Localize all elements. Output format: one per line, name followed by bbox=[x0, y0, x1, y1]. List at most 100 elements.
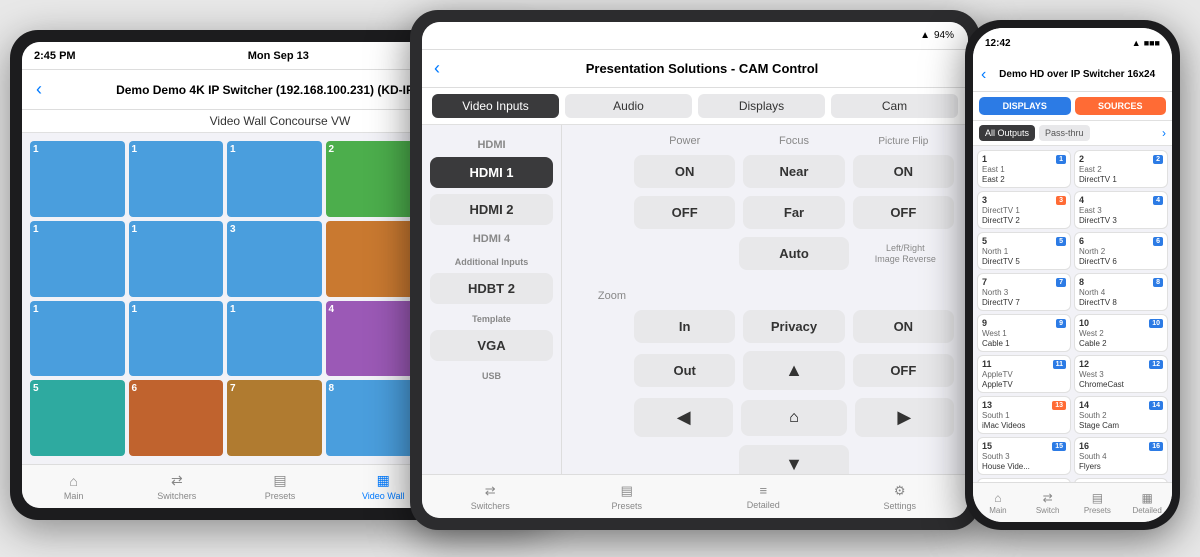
vg-cell-2[interactable]: 1 bbox=[129, 141, 224, 217]
pr-cell-14[interactable]: 14 14 South 2 Stage Cam bbox=[1074, 396, 1168, 434]
presets-icon: ▤ bbox=[273, 472, 286, 489]
pr-cell-5[interactable]: 5 5 North 1 DirectTV 5 bbox=[977, 232, 1071, 270]
pr-tab-displays[interactable]: DISPLAYS bbox=[979, 97, 1071, 115]
pr-back-button[interactable]: ‹ bbox=[981, 66, 986, 84]
ctrl-right-arrow[interactable]: ▶ bbox=[855, 398, 954, 437]
tc-additional-label: Additional Inputs bbox=[430, 257, 553, 267]
pr-sub-arrow[interactable]: › bbox=[1162, 126, 1166, 140]
tc-template-label: Template bbox=[430, 314, 553, 324]
vg-cell-1[interactable]: 1 bbox=[30, 141, 125, 217]
pr-cell-16[interactable]: 16 16 South 4 Flyers bbox=[1074, 437, 1168, 475]
ctrl-far-btn[interactable]: Far bbox=[743, 196, 844, 229]
tl-tab-presets[interactable]: ▤ Presets bbox=[228, 472, 331, 501]
tc-back-button[interactable]: ‹ bbox=[434, 58, 440, 79]
ctrl-auto-btn[interactable]: Auto bbox=[739, 237, 848, 270]
pr-cell-2[interactable]: 2 2 East 2 DirectTV 1 bbox=[1074, 150, 1168, 188]
tc-vga-btn[interactable]: VGA bbox=[430, 330, 553, 361]
vg-cell-13[interactable]: 5 bbox=[30, 380, 125, 456]
tc-usb-label: USB bbox=[430, 371, 553, 381]
ctrl-zoom-label-row: Zoom bbox=[576, 290, 954, 302]
ctrl-home-btn[interactable]: ⌂ bbox=[741, 400, 846, 436]
pr-cell-10[interactable]: 10 10 West 2 Cable 2 bbox=[1074, 314, 1168, 352]
pr-segtabs: DISPLAYS SOURCES bbox=[973, 92, 1172, 121]
pr-cell-12[interactable]: 12 12 West 3 ChromeCast bbox=[1074, 355, 1168, 393]
tc-detailed-icon: ≡ bbox=[759, 483, 767, 498]
pr-cell-4[interactable]: 4 4 East 3 DirectTV 3 bbox=[1074, 191, 1168, 229]
tablet-center: ▲ 94% ‹ Presentation Solutions - CAM Con… bbox=[410, 10, 980, 530]
ctrl-off2-btn[interactable]: OFF bbox=[853, 196, 954, 229]
vg-cell-16[interactable]: 8 bbox=[326, 380, 421, 456]
vg-cell-14[interactable]: 6 bbox=[129, 380, 224, 456]
pr-cell-7[interactable]: 7 7 North 3 DirectTV 7 bbox=[977, 273, 1071, 311]
tc-tab-displays[interactable]: Displays bbox=[698, 94, 825, 118]
pr-sub-tab-all[interactable]: All Outputs bbox=[979, 125, 1035, 141]
ctrl-off3-btn[interactable]: OFF bbox=[853, 354, 954, 387]
pr-tab-switch[interactable]: ⇄ Switch bbox=[1023, 491, 1073, 515]
pr-cell-8[interactable]: 8 8 North 4 DirectTV 8 bbox=[1074, 273, 1168, 311]
pr-cell-13[interactable]: 13 13 South 1 iMac Videos bbox=[977, 396, 1071, 434]
tc-hdmi4-label: HDMI 4 bbox=[430, 231, 553, 247]
tc-tab-detailed[interactable]: ≡ Detailed bbox=[695, 483, 832, 510]
pr-tab-main[interactable]: ⌂ Main bbox=[973, 491, 1023, 515]
vg-cell-6[interactable]: 1 bbox=[129, 221, 224, 297]
vg-cell-11[interactable]: 1 bbox=[227, 301, 322, 377]
ctrl-on2-btn[interactable]: ON bbox=[853, 155, 954, 188]
pr-statusbar: 12:42 ▲ ■■■ bbox=[973, 28, 1172, 58]
phone-screen: 12:42 ▲ ■■■ ‹ Demo HD over IP Switcher 1… bbox=[973, 28, 1172, 522]
tc-hdmi2-btn[interactable]: HDMI 2 bbox=[430, 194, 553, 225]
vg-cell-10[interactable]: 1 bbox=[129, 301, 224, 377]
pr-tab-detailed[interactable]: ▦ Detailed bbox=[1122, 491, 1172, 515]
vg-cell-7[interactable]: 3 bbox=[227, 221, 322, 297]
pr-navbar: ‹ Demo HD over IP Switcher 16x24 bbox=[973, 58, 1172, 92]
pr-tab-sources[interactable]: SOURCES bbox=[1075, 97, 1167, 115]
vg-cell-9[interactable]: 1 bbox=[30, 301, 125, 377]
pr-battery: ■■■ bbox=[1144, 38, 1160, 48]
tl-tab-main[interactable]: ⌂ Main bbox=[22, 473, 125, 501]
ctrl-row-in-privacy-on: In Privacy ON bbox=[576, 310, 954, 343]
vg-cell-4[interactable]: 2 bbox=[326, 141, 421, 217]
tc-tab-presets[interactable]: ▤ Presets bbox=[559, 483, 696, 511]
tc-tab-video-inputs[interactable]: Video Inputs bbox=[432, 94, 559, 118]
vg-cell-15[interactable]: 7 bbox=[227, 380, 322, 456]
ctrl-left-arrow[interactable]: ◀ bbox=[634, 398, 733, 437]
pr-cell-6[interactable]: 6 6 North 2 DirectTV 6 bbox=[1074, 232, 1168, 270]
tc-tab-settings[interactable]: ⚙ Settings bbox=[832, 483, 969, 511]
vg-cell-12[interactable]: 4 bbox=[326, 301, 421, 377]
ctrl-on3-btn[interactable]: ON bbox=[853, 310, 954, 343]
tc-hdmi1-btn[interactable]: HDMI 1 bbox=[430, 157, 553, 188]
ctrl-on1-btn[interactable]: ON bbox=[634, 155, 735, 188]
pr-cell-11[interactable]: 11 11 AppleTV AppleTV bbox=[977, 355, 1071, 393]
tc-tab-switchers[interactable]: ⇄ Switchers bbox=[422, 483, 559, 511]
tc-tab-cam[interactable]: Cam bbox=[831, 94, 958, 118]
ctrl-near-btn[interactable]: Near bbox=[743, 155, 844, 188]
pr-cell-1[interactable]: 1 1 East 1 East 2 bbox=[977, 150, 1071, 188]
tl-tab-switchers[interactable]: ⇄ Switchers bbox=[125, 472, 228, 501]
pr-tab-detailed-label: Detailed bbox=[1132, 506, 1161, 515]
pr-cell-3[interactable]: 3 3 DirectTV 1 DirectTV 2 bbox=[977, 191, 1071, 229]
tc-status-right: ▲ 94% bbox=[920, 30, 954, 41]
tc-battery: 94% bbox=[934, 30, 954, 41]
ctrl-down-arrow[interactable]: ▼ bbox=[739, 445, 848, 474]
phone-right: 12:42 ▲ ■■■ ‹ Demo HD over IP Switcher 1… bbox=[965, 20, 1180, 530]
vg-cell-5[interactable]: 1 bbox=[30, 221, 125, 297]
pr-tab-presets[interactable]: ▤ Presets bbox=[1073, 491, 1123, 515]
ctrl-up-arrow[interactable]: ▲ bbox=[743, 351, 844, 390]
ctrl-focus-label: Focus bbox=[743, 135, 844, 147]
tc-hdbt2-btn[interactable]: HDBT 2 bbox=[430, 273, 553, 304]
pr-sub-tab-passthru[interactable]: Pass-thru bbox=[1039, 125, 1090, 141]
vg-cell-3[interactable]: 1 bbox=[227, 141, 322, 217]
ctrl-privacy-btn[interactable]: Privacy bbox=[743, 310, 844, 343]
pr-cell-15[interactable]: 15 15 South 3 House Vide... bbox=[977, 437, 1071, 475]
tl-back-button[interactable]: ‹ bbox=[32, 79, 46, 100]
pr-tabbar: ⌂ Main ⇄ Switch ▤ Presets ▦ Detailed bbox=[973, 482, 1172, 522]
tc-wifi-icon: ▲ bbox=[920, 30, 930, 41]
ctrl-in-btn[interactable]: In bbox=[634, 310, 735, 343]
pr-cell-9[interactable]: 9 9 West 1 Cable 1 bbox=[977, 314, 1071, 352]
tc-tab-switchers-label: Switchers bbox=[471, 501, 510, 511]
tc-controls-panel: Power Focus Picture Flip ON Near ON OFF … bbox=[562, 125, 968, 474]
vg-cell-8[interactable] bbox=[326, 221, 421, 297]
tc-tab-audio[interactable]: Audio bbox=[565, 94, 692, 118]
ctrl-off1-btn[interactable]: OFF bbox=[634, 196, 735, 229]
ctrl-picture-flip-label: Picture Flip bbox=[853, 136, 954, 147]
ctrl-out-btn[interactable]: Out bbox=[634, 354, 735, 387]
